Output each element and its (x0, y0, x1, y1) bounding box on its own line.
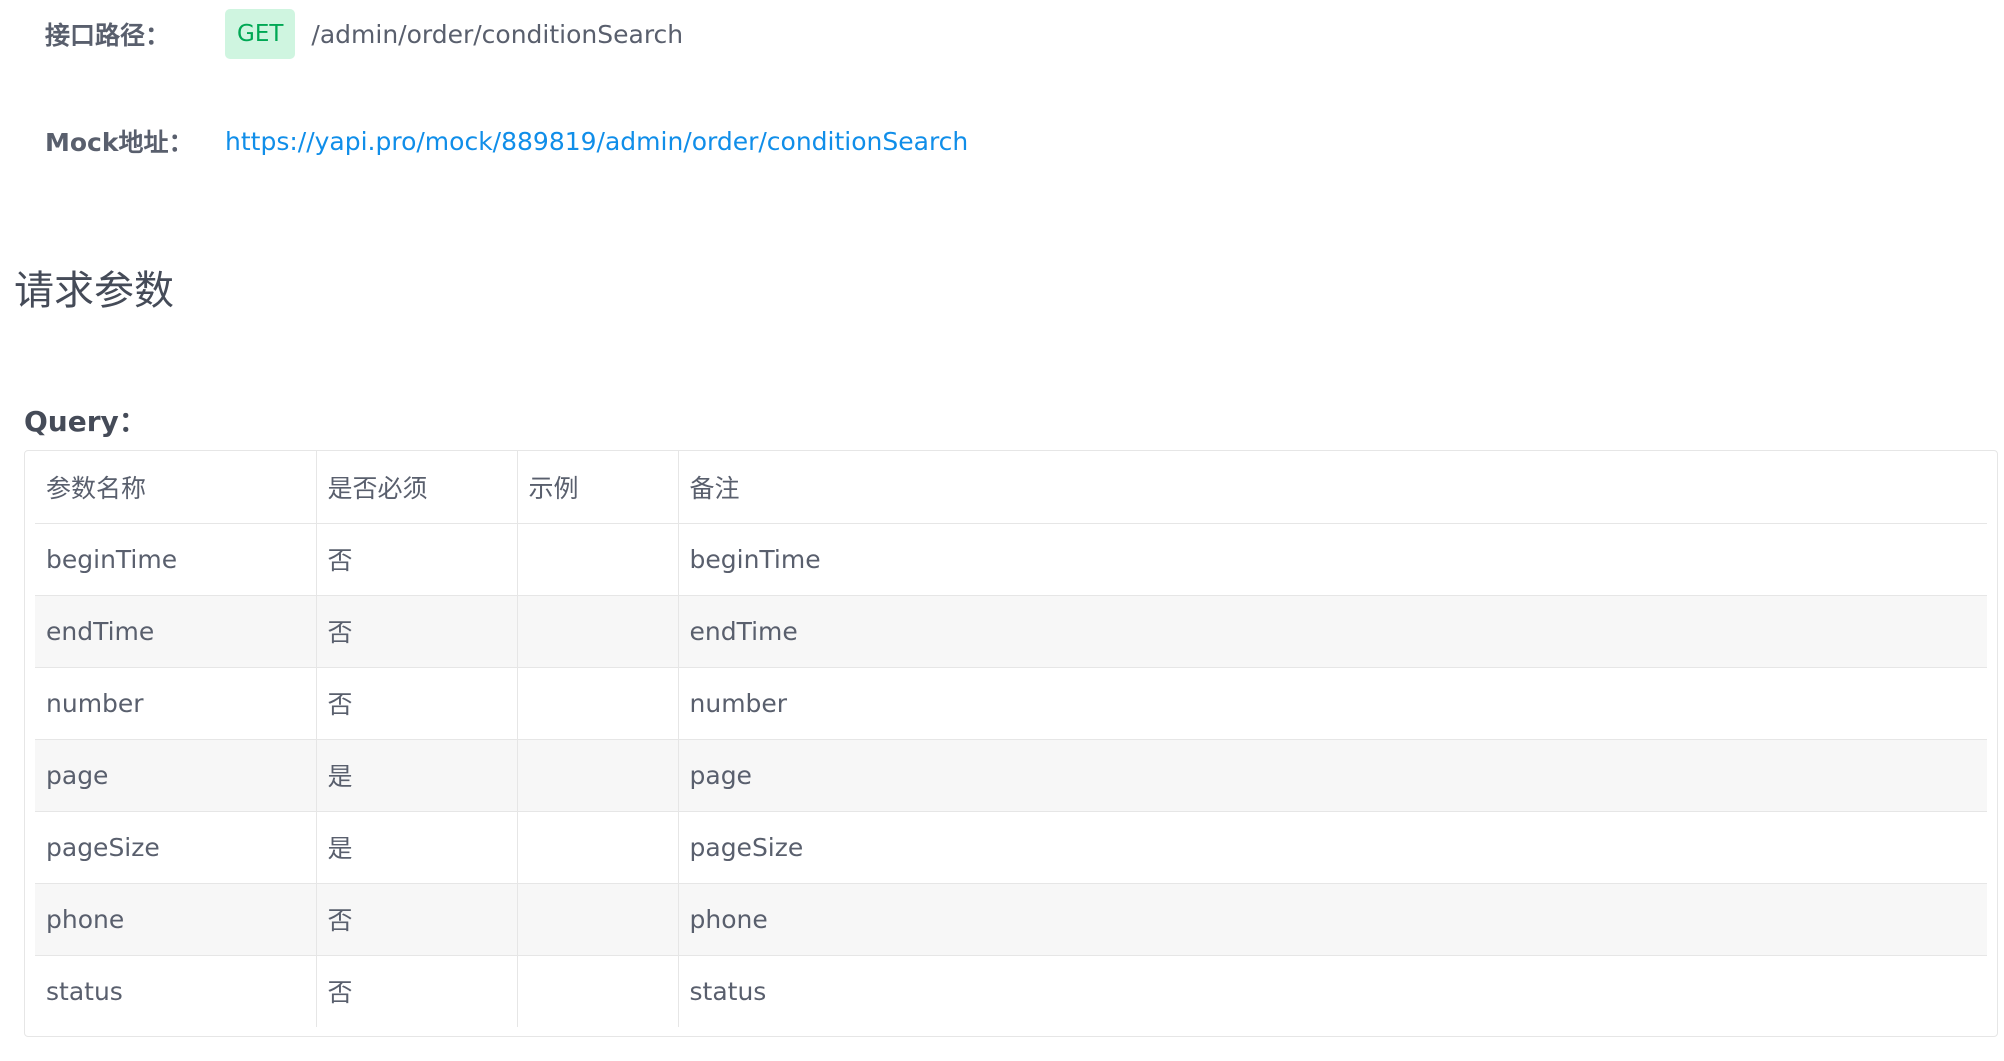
param-note: beginTime (678, 523, 1987, 596)
api-doc-page: 接口路径： GET /admin/order/conditionSearch M… (0, 0, 2004, 1061)
param-name: page (35, 739, 317, 812)
column-header-example: 示例 (517, 451, 679, 524)
table-row: number 否 number (35, 667, 1987, 740)
column-header-required: 是否必须 (316, 451, 518, 524)
param-example (517, 595, 679, 668)
interface-path-label: 接口路径： (45, 21, 171, 50)
table-row: beginTime 否 beginTime (35, 523, 1987, 596)
query-params-table: 参数名称 是否必须 示例 备注 beginTime 否 beginTime en… (24, 450, 1998, 1037)
param-example (517, 523, 679, 596)
mock-url-link[interactable]: https://yapi.pro/mock/889819/admin/order… (225, 127, 968, 156)
param-note: status (689, 976, 767, 1006)
param-required: 否 (316, 883, 518, 956)
interface-path-row: 接口路径： GET /admin/order/conditionSearch (45, 8, 683, 60)
table-row: phone 否 phone (35, 883, 1987, 956)
http-method-badge: GET (225, 9, 296, 59)
param-name: pageSize (35, 811, 317, 884)
mock-url-label: Mock地址： (45, 128, 194, 157)
param-required: 否 (316, 667, 518, 740)
column-header-note: 备注 (678, 451, 1987, 524)
param-note: page (678, 739, 1987, 812)
query-label: Query： (24, 405, 147, 438)
param-name: beginTime (35, 523, 317, 596)
param-example (517, 811, 679, 884)
table-row: endTime 否 endTime (35, 595, 1987, 668)
param-name: number (35, 667, 317, 740)
param-note: number (678, 667, 1987, 740)
request-params-heading: 请求参数 (14, 268, 174, 314)
param-note: endTime (678, 595, 1987, 668)
param-required: 否 (316, 523, 518, 596)
param-name: phone (35, 883, 317, 956)
param-example (517, 883, 679, 956)
param-note: pageSize (678, 811, 1987, 884)
table-row: page 是 page (35, 739, 1987, 812)
param-example (517, 955, 679, 1027)
param-note: phone (678, 883, 1987, 956)
mock-url-row: Mock地址： https://yapi.pro/mock/889819/adm… (45, 115, 968, 167)
interface-path: /admin/order/conditionSearch (311, 19, 684, 49)
table-row: pageSize 是 pageSize (35, 811, 1987, 884)
param-name: endTime (35, 595, 317, 668)
param-required: 否 (316, 595, 518, 668)
table-header-row: 参数名称 是否必须 示例 备注 (35, 451, 1987, 524)
param-example (517, 667, 679, 740)
param-name: status (35, 955, 317, 1027)
param-required: 是 (316, 811, 518, 884)
param-required: 是 (316, 739, 518, 812)
param-required: 否 (316, 955, 518, 1027)
param-example (517, 739, 679, 812)
table-row: status 否 status (35, 955, 1987, 1027)
column-header-name: 参数名称 (35, 451, 317, 524)
